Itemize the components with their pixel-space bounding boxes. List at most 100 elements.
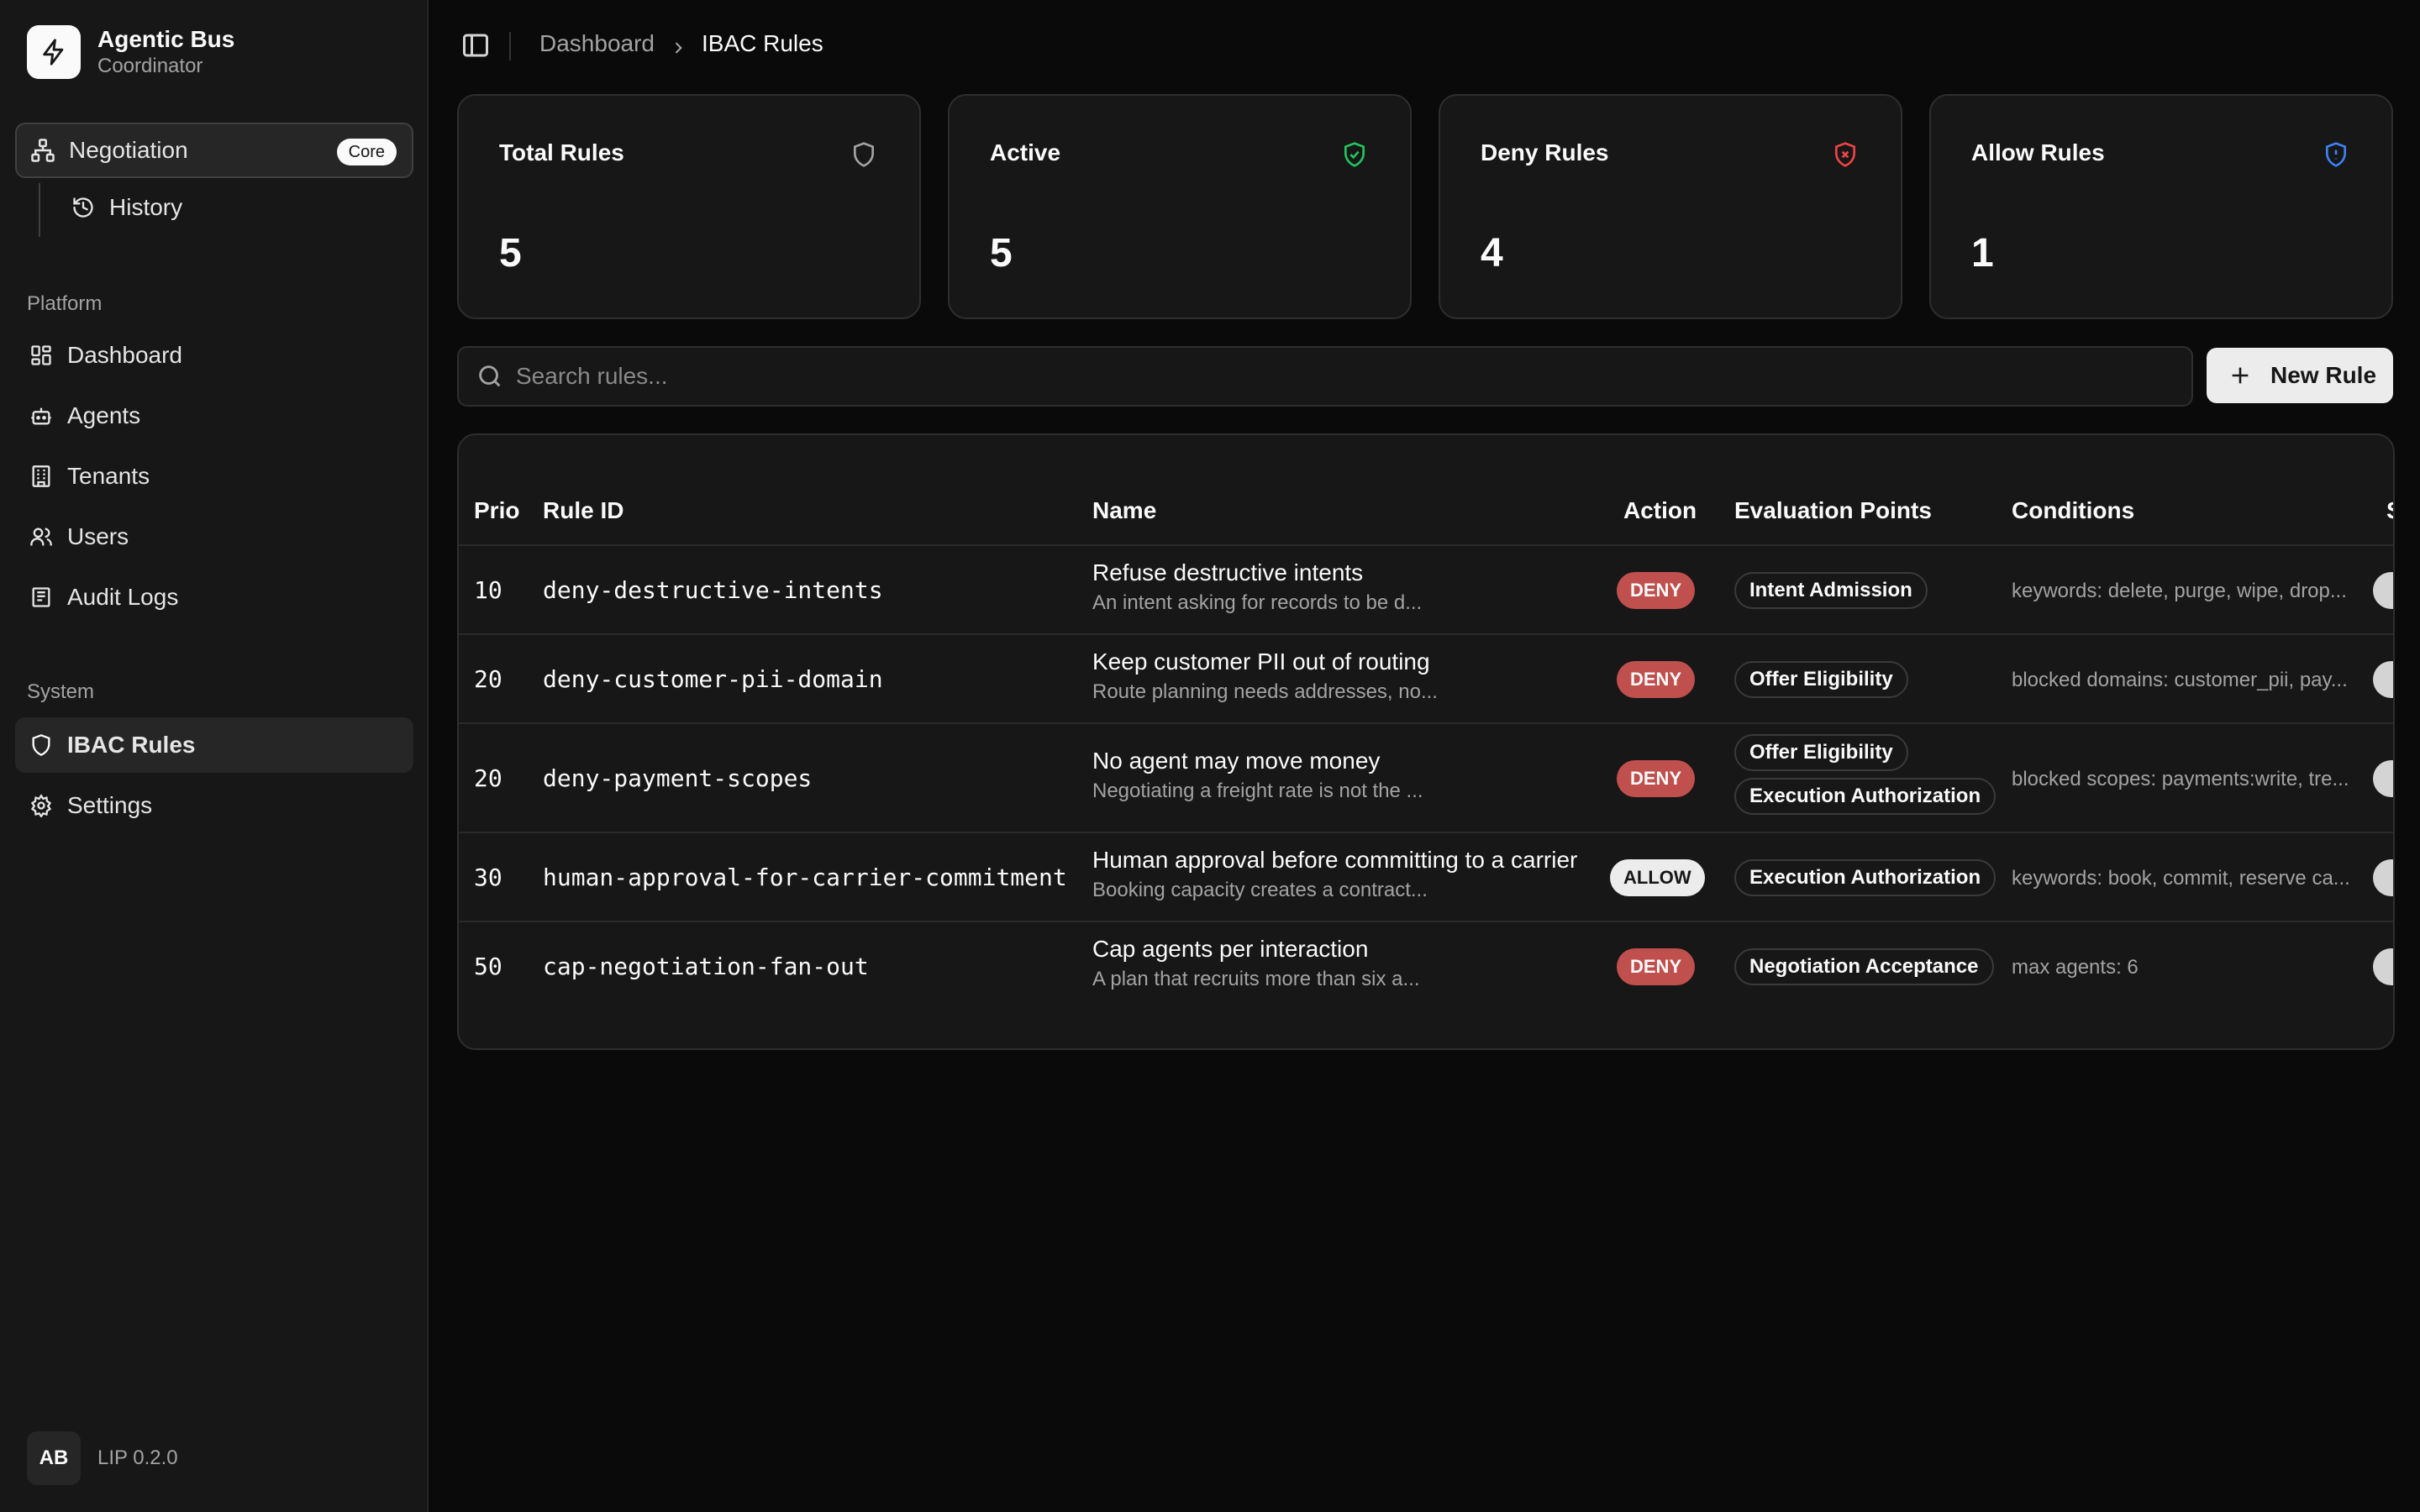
- shield-check-icon: [1341, 141, 1368, 168]
- search-icon: [476, 362, 504, 391]
- dashboard-icon: [27, 341, 55, 370]
- rule-id-cell: deny-payment-scopes: [543, 764, 813, 792]
- table-row[interactable]: 20 deny-customer-pii-domain Keep custome…: [459, 635, 2393, 724]
- app-root: Agentic Bus Coordinator Negotiation Core…: [0, 0, 2420, 1512]
- eval-points-cell: Negotiation Acceptance: [1734, 948, 1994, 985]
- sidebar-item-ibac-rules[interactable]: IBAC Rules: [15, 717, 413, 773]
- eval-point-pill: Execution Authorization: [1734, 778, 1996, 815]
- rule-description: Negotiating a freight rate is not the ..…: [1092, 780, 1423, 802]
- rules-table: Prio Rule ID Name Action Evaluation Poin…: [457, 433, 2395, 1050]
- breadcrumb-dashboard-link[interactable]: Dashboard: [539, 30, 655, 57]
- brand-title: Agentic Bus: [97, 26, 235, 52]
- eval-points-cell: Execution Authorization: [1734, 859, 1996, 896]
- sidebar-item-negotiation[interactable]: Negotiation Core: [15, 123, 413, 178]
- eval-point-pill: Execution Authorization: [1734, 859, 1996, 896]
- gear-icon: [27, 791, 55, 820]
- column-header-evaluation-points[interactable]: Evaluation Points: [1734, 497, 1932, 524]
- lightning-icon: [27, 25, 81, 79]
- rule-description: Route planning needs addresses, no...: [1092, 680, 1438, 703]
- conditions-cell: blocked scopes: payments:write, tre...: [2012, 768, 2349, 790]
- table-row[interactable]: 20 deny-payment-scopes No agent may move…: [459, 724, 2393, 833]
- column-header-rule-id[interactable]: Rule ID: [543, 497, 623, 524]
- avatar: AB: [27, 1431, 81, 1485]
- rule-id-cell: cap-negotiation-fan-out: [543, 953, 869, 980]
- plus-icon: [2228, 364, 2252, 387]
- name-cell: No agent may move money Negotiating a fr…: [1092, 748, 1423, 803]
- sidebar-item-label: Negotiation: [69, 137, 188, 163]
- sidebar-item-audit-logs[interactable]: Audit Logs: [15, 570, 413, 625]
- column-header-prio[interactable]: Prio: [474, 497, 519, 524]
- action-cell: DENY: [1617, 572, 1696, 609]
- search-input[interactable]: [516, 351, 2191, 402]
- sidebar-item-history[interactable]: History: [57, 180, 413, 235]
- sidebar-item-label: IBAC Rules: [67, 732, 196, 758]
- table-row[interactable]: 30 human-approval-for-carrier-commitment…: [459, 833, 2393, 922]
- stat-card-allow-rules: Allow Rules 1: [1929, 94, 2393, 319]
- column-header-conditions[interactable]: Conditions: [2012, 497, 2134, 524]
- sidebar-item-dashboard[interactable]: Dashboard: [15, 328, 413, 383]
- rule-id-cell: deny-destructive-intents: [543, 576, 883, 604]
- stat-card-deny-rules: Deny Rules 4: [1439, 94, 1902, 319]
- status-toggle[interactable]: [2373, 948, 2393, 985]
- status-toggle[interactable]: [2373, 661, 2393, 698]
- rule-id-cell: deny-customer-pii-domain: [543, 665, 883, 693]
- sidebar-item-tenants[interactable]: Tenants: [15, 449, 413, 504]
- logs-icon: [27, 583, 55, 612]
- eval-point-pill: Offer Eligibility: [1734, 661, 1908, 698]
- table-row[interactable]: 50 cap-negotiation-fan-out Cap agents pe…: [459, 922, 2393, 1011]
- sidebar-item-label: Users: [67, 523, 129, 549]
- shield-x-icon: [1832, 141, 1859, 168]
- sidebar-item-settings[interactable]: Settings: [15, 778, 413, 833]
- eval-point-pill: Intent Admission: [1734, 572, 1928, 609]
- sidebar-item-users[interactable]: Users: [15, 509, 413, 564]
- name-cell: Human approval before committing to a ca…: [1092, 847, 1577, 902]
- conditions-cell: keywords: book, commit, reserve ca...: [2012, 867, 2350, 890]
- eval-point-pill: Offer Eligibility: [1734, 734, 1908, 771]
- name-cell: Refuse destructive intents An intent ask…: [1092, 559, 1422, 615]
- stat-card-active: Active 5: [948, 94, 1412, 319]
- eval-point-pill: Negotiation Acceptance: [1734, 948, 1994, 985]
- rule-name: Human approval before committing to a ca…: [1092, 847, 1578, 873]
- deny-badge: DENY: [1617, 572, 1696, 609]
- stat-label: Allow Rules: [1971, 139, 2105, 165]
- sidebar-item-label: Settings: [67, 792, 153, 818]
- status-toggle[interactable]: [2373, 760, 2393, 797]
- section-label-platform: Platform: [27, 292, 103, 315]
- stat-value: 5: [499, 231, 522, 276]
- name-cell: Cap agents per interaction A plan that r…: [1092, 936, 1420, 991]
- shield-icon: [850, 141, 877, 168]
- user-footer[interactable]: AB LIP 0.2.0: [27, 1431, 178, 1485]
- shield-alert-icon: [2323, 141, 2349, 168]
- new-rule-button[interactable]: New Rule: [2207, 348, 2393, 403]
- conditions-cell: keywords: delete, purge, wipe, drop...: [2012, 580, 2347, 602]
- column-header-action[interactable]: Action: [1623, 497, 1697, 524]
- brand-subtitle: Coordinator: [97, 55, 203, 77]
- rule-id-cell: human-approval-for-carrier-commitment: [543, 864, 1067, 891]
- status-toggle[interactable]: [2373, 572, 2393, 609]
- stat-value: 1: [1971, 231, 1994, 276]
- prio-cell: 10: [474, 576, 502, 604]
- bot-icon: [27, 402, 55, 430]
- section-label-system: System: [27, 680, 95, 703]
- header-divider: [509, 32, 511, 60]
- sidebar: Agentic Bus Coordinator Negotiation Core…: [0, 0, 429, 1512]
- rule-name: No agent may move money: [1092, 748, 1381, 774]
- sidebar-item-label: Agents: [67, 402, 141, 428]
- stat-value: 4: [1481, 231, 1503, 276]
- table-row[interactable]: 10 deny-destructive-intents Refuse destr…: [459, 546, 2393, 635]
- sidebar-item-label: Dashboard: [67, 342, 182, 368]
- rule-description: Booking capacity creates a contract...: [1092, 879, 1428, 901]
- sidebar-toggle-icon[interactable]: [460, 30, 491, 60]
- stat-label: Active: [990, 139, 1061, 165]
- stat-value: 5: [990, 231, 1013, 276]
- rule-description: An intent asking for records to be d...: [1092, 591, 1423, 614]
- eval-points-cell: Execution Authorization: [1734, 778, 1996, 815]
- brand[interactable]: Agentic Bus Coordinator: [27, 25, 234, 79]
- eval-points-cell: Offer Eligibility: [1734, 661, 1908, 698]
- prio-cell: 20: [474, 764, 502, 792]
- sidebar-item-label: Audit Logs: [67, 584, 179, 610]
- status-toggle[interactable]: [2373, 859, 2393, 896]
- column-header-status[interactable]: S: [2386, 497, 2393, 524]
- column-header-name[interactable]: Name: [1092, 497, 1156, 524]
- sidebar-item-agents[interactable]: Agents: [15, 388, 413, 444]
